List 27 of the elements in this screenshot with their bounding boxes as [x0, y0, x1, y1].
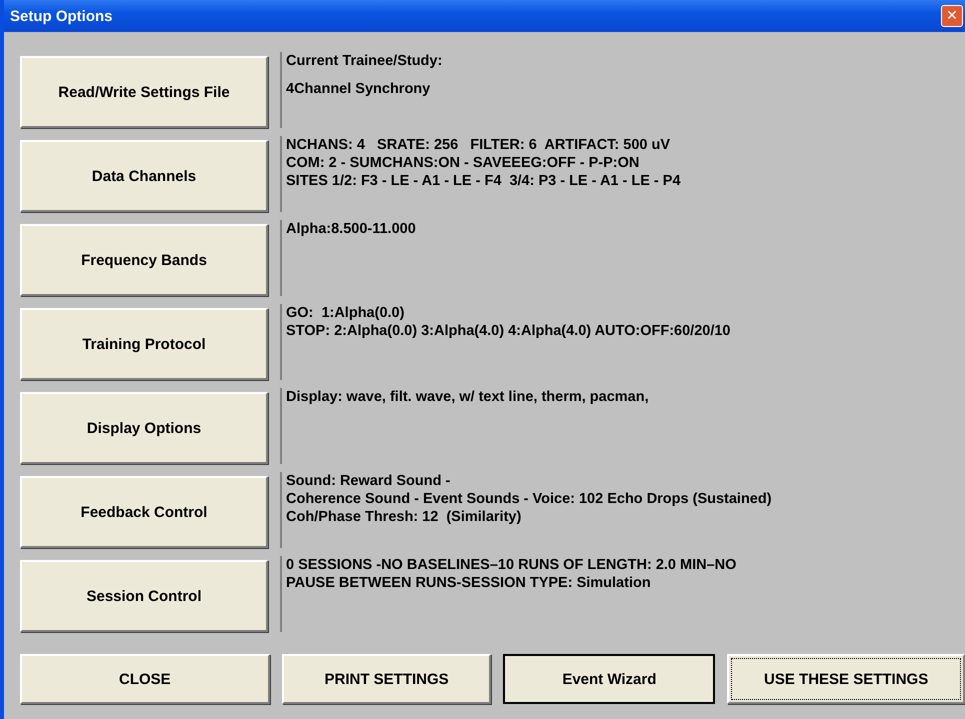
setting-summary-line: Current Trainee/Study: [286, 52, 442, 70]
setting-summary-line: 4Channel Synchrony [286, 80, 432, 98]
setting-summary-line: Coh/Phase Thresh: 12 (Similarity) [286, 508, 522, 526]
close-button[interactable]: ✕ [941, 5, 963, 27]
setting-summary-line: SITES 1/2: F3 - LE - A1 - LE - F4 3/4: P3 - LE - A1 - LE - P4 [286, 172, 681, 190]
setting-summary-line: STOP: 2:Alpha(0.0) 3:Alpha(4.0) 4:Alpha(4.0) AUTO:OFF:60/20/10 [286, 322, 730, 340]
setting-summary-line: GO: 1:Alpha(0.0) [286, 304, 406, 322]
setting-summary-line: Coherence Sound - Event Sounds - Voice: 102 Echo Drops (Sustained) [286, 490, 772, 508]
setting-summary-line: Alpha:8.500-11.000 [286, 220, 416, 238]
dialog-button[interactable]: Event Wizard [503, 654, 716, 704]
section-button[interactable]: Read/Write Settings File [20, 56, 268, 128]
section-button[interactable]: Training Protocol [20, 308, 268, 380]
window-title: Setup Options [10, 8, 112, 24]
setting-summary-line: COM: 2 - SUMCHANS:ON - SAVEEEG:OFF - P-P:ON [286, 154, 640, 172]
dialog-button[interactable]: USE THESE SETTINGS [727, 654, 965, 704]
setting-summary-line: Display: wave, filt. wave, w/ text line, therm, pacman, [286, 388, 649, 406]
setting-summary-line: Sound: Reward Sound - [286, 472, 452, 490]
setting-summary-line: 0 SESSIONS -NO BASELINES–10 RUNS OF LENGTH: 2.0 MIN–NO [286, 556, 736, 574]
setting-summary-line: PAUSE BETWEEN RUNS-SESSION TYPE: Simulation [286, 574, 652, 592]
dialog-button[interactable]: CLOSE [20, 654, 270, 704]
section-button[interactable]: Feedback Control [20, 476, 268, 548]
section-button[interactable]: Data Channels [20, 140, 268, 212]
setting-summary-line: NCHANS: 4 SRATE: 256 FILTER: 6 ARTIFACT: 500 uV [286, 136, 672, 154]
section-button[interactable]: Session Control [20, 560, 268, 632]
section-button[interactable]: Frequency Bands [20, 224, 268, 296]
dialog-button[interactable]: PRINT SETTINGS [282, 654, 492, 704]
section-button[interactable]: Display Options [20, 392, 268, 464]
